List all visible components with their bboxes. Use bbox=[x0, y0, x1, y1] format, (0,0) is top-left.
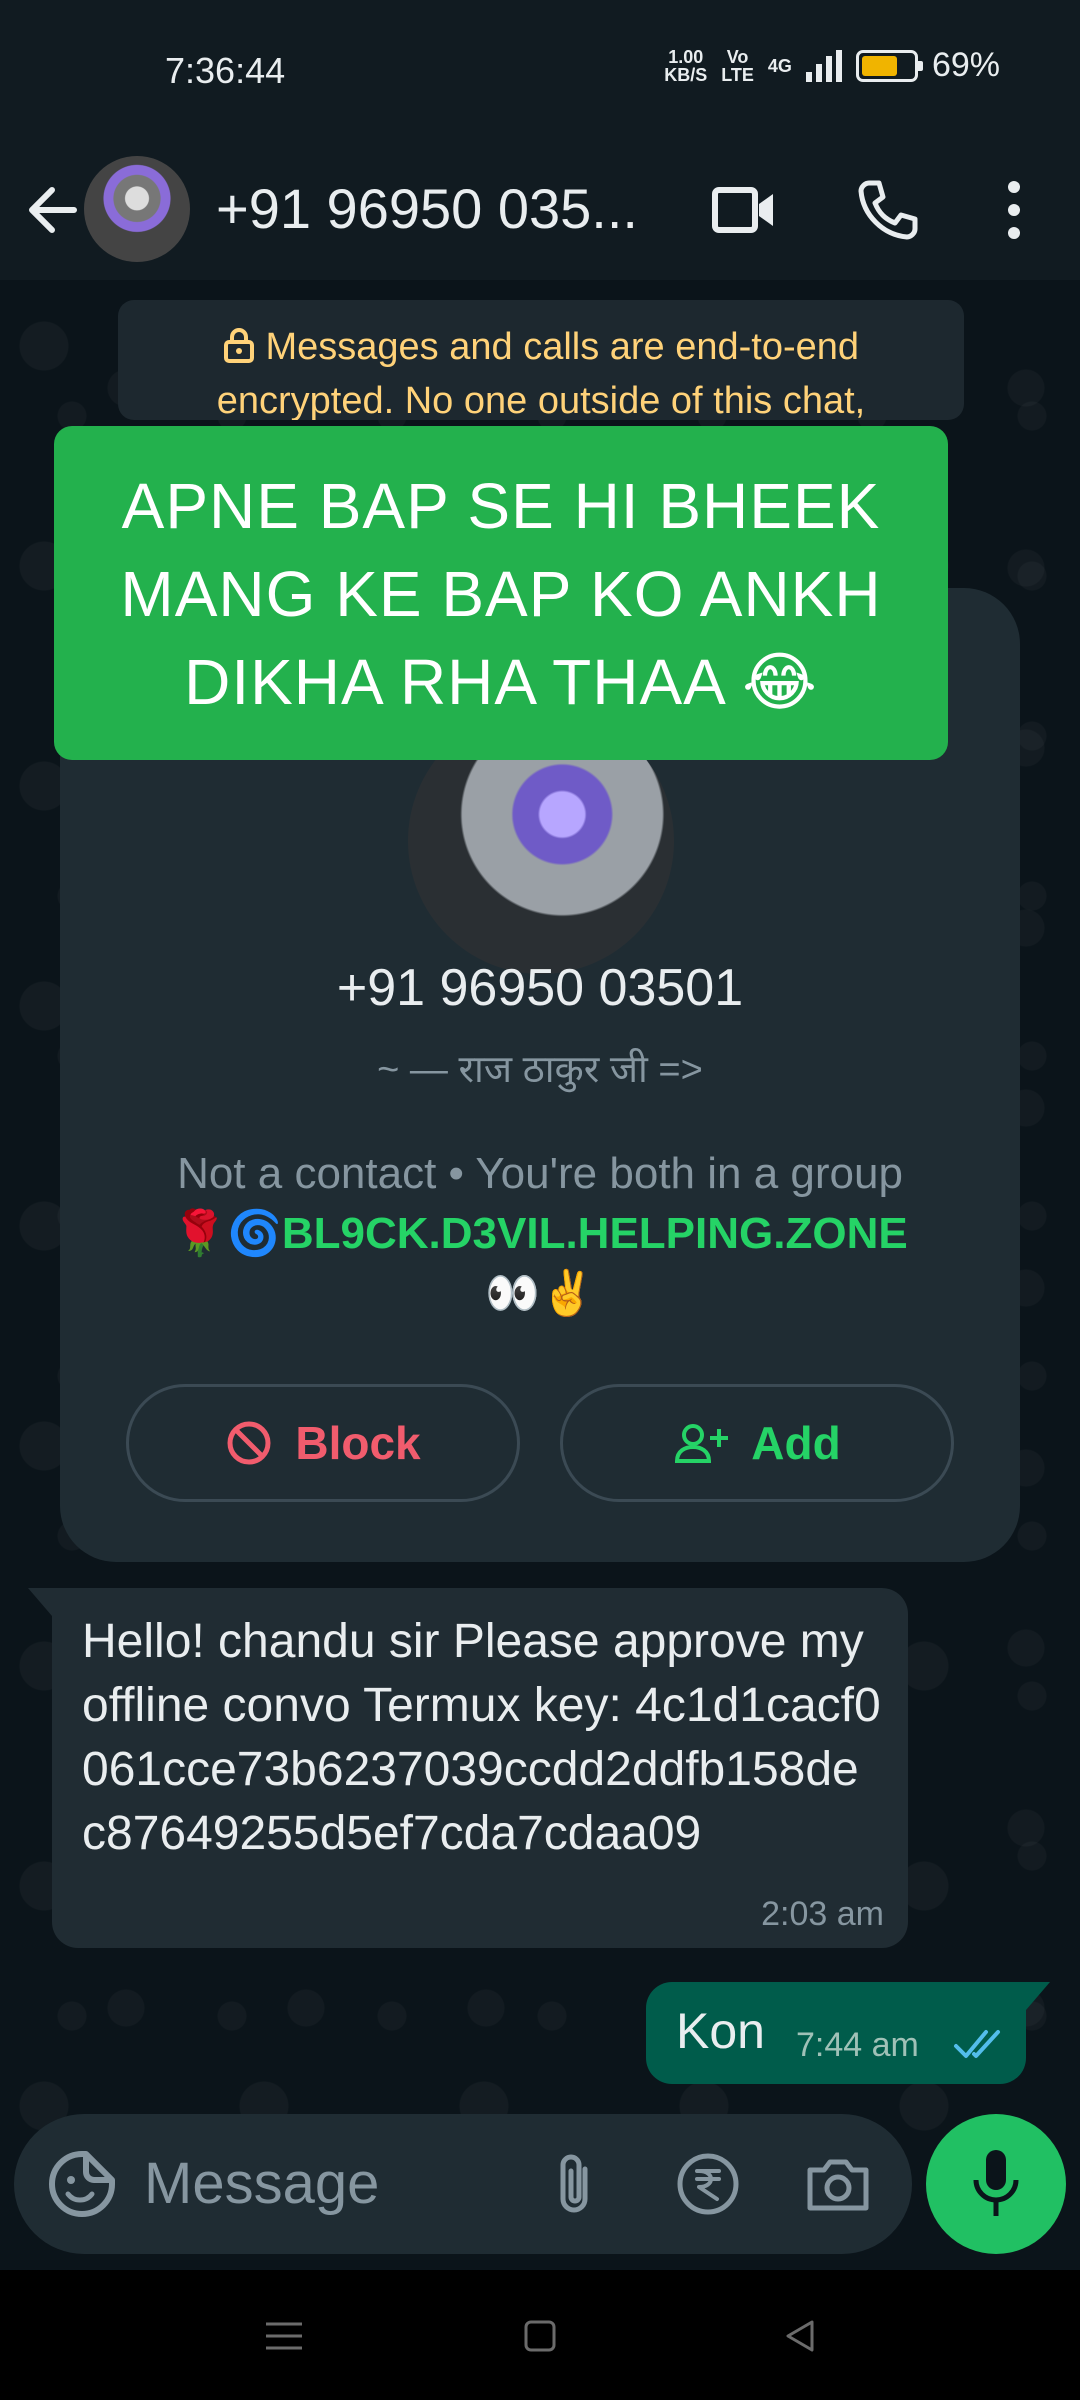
signal-icon bbox=[805, 49, 842, 82]
message-input-bar: Message bbox=[14, 2114, 912, 2254]
group-emoji-suffix: 👀✌️ bbox=[485, 1269, 595, 1318]
emoji-sticker-icon[interactable] bbox=[44, 2146, 120, 2222]
system-nav-bar bbox=[0, 2270, 1080, 2400]
phone-icon[interactable] bbox=[848, 170, 928, 250]
status-indicators: 1.00 KB/S Vo LTE 4G 69% bbox=[664, 46, 1000, 85]
block-icon bbox=[227, 1421, 271, 1465]
read-ticks-icon bbox=[952, 2024, 1006, 2064]
add-contact-button[interactable]: Add bbox=[560, 1384, 954, 1502]
overlay-banner: APNE BAP SE HI BHEEK MANG KE BAP KO ANKH… bbox=[54, 426, 948, 760]
video-call-icon[interactable] bbox=[704, 170, 784, 250]
back-arrow-icon[interactable] bbox=[22, 170, 82, 250]
lock-icon bbox=[223, 326, 266, 368]
group-name[interactable]: BL9CK.D3VIL.HELPING.ZONE bbox=[282, 1209, 908, 1258]
contact-about: ~ — राज ठाकुर जी => bbox=[377, 1049, 703, 1091]
recent-apps-icon[interactable] bbox=[254, 2306, 314, 2366]
battery-icon bbox=[855, 49, 923, 82]
network-type: 4G bbox=[767, 55, 792, 76]
contact-title[interactable]: +91 96950 035... bbox=[216, 176, 656, 241]
rupee-payment-icon[interactable] bbox=[672, 2148, 744, 2220]
message-text: Hello! chandu sir Please approve my offl… bbox=[82, 1615, 881, 1860]
back-nav-icon[interactable] bbox=[770, 2306, 830, 2366]
battery-percent: 69% bbox=[931, 46, 1000, 84]
chat-header: +91 96950 035... bbox=[0, 140, 1080, 280]
more-options-icon[interactable] bbox=[974, 170, 1054, 250]
encryption-notice[interactable]: Messages and calls are end-to-end encryp… bbox=[118, 300, 964, 420]
mic-icon bbox=[973, 2150, 1019, 2216]
group-emoji-prefix: 🌹🌀 bbox=[172, 1209, 282, 1258]
network-speed: 1.00 KB/S bbox=[664, 46, 708, 85]
attach-icon[interactable] bbox=[538, 2148, 610, 2220]
mic-button[interactable] bbox=[926, 2114, 1066, 2254]
status-time: 7:36:44 bbox=[165, 50, 286, 91]
home-icon[interactable] bbox=[510, 2306, 570, 2366]
status-bar: 7:36:44 1.00 KB/S Vo LTE 4G 69% bbox=[0, 0, 1080, 140]
outgoing-message[interactable]: Kon 7:44 am bbox=[646, 1982, 1050, 2084]
message-input[interactable]: Message bbox=[144, 2150, 379, 2217]
contact-avatar[interactable] bbox=[84, 156, 190, 262]
message-time: 7:44 am bbox=[796, 2026, 919, 2064]
camera-icon[interactable] bbox=[802, 2148, 874, 2220]
add-person-icon bbox=[675, 1424, 729, 1463]
contact-phone: +91 96950 03501 bbox=[336, 959, 744, 1017]
message-time: 2:03 am bbox=[761, 1895, 884, 1933]
contact-info: Not a contact • You're both in a group 🌹… bbox=[120, 1144, 960, 1324]
message-text: Kon bbox=[676, 2003, 765, 2059]
battery-fill bbox=[861, 55, 897, 76]
incoming-message[interactable]: Hello! chandu sir Please approve my offl… bbox=[28, 1588, 908, 1948]
volte-indicator: Vo LTE bbox=[721, 46, 754, 85]
block-button[interactable]: Block bbox=[126, 1384, 520, 1502]
